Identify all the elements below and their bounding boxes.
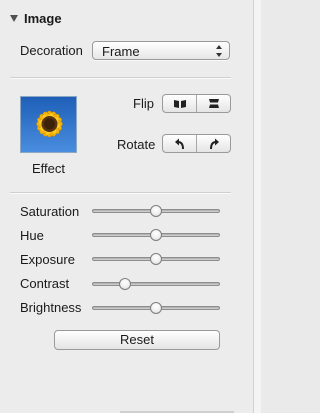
brightness-slider-knob[interactable] [150, 302, 162, 314]
saturation-slider[interactable] [92, 205, 220, 217]
rotate-label: Rotate [117, 137, 156, 152]
popup-arrows-icon [216, 45, 223, 57]
effect-label: Effect [31, 161, 65, 176]
disclosure-triangle-icon[interactable] [10, 15, 18, 22]
reset-button[interactable]: Reset [54, 330, 220, 350]
scrollbar-track[interactable] [253, 0, 261, 413]
flip-vertical-icon [208, 99, 219, 108]
flip-vertical-button[interactable] [196, 95, 230, 112]
flip-horizontal-button[interactable] [163, 95, 196, 112]
rotate-segmented-control[interactable] [162, 134, 231, 153]
saturation-label: Saturation [20, 204, 80, 219]
exposure-slider-knob[interactable] [150, 253, 162, 265]
flip-segmented-control[interactable] [162, 94, 231, 113]
contrast-slider[interactable] [92, 278, 220, 290]
rotate-left-icon [174, 138, 184, 149]
decoration-value: Frame [102, 44, 140, 59]
divider [10, 192, 231, 194]
hue-slider[interactable] [92, 229, 220, 241]
divider [10, 77, 231, 79]
sunflower-image [21, 97, 76, 152]
brightness-slider[interactable] [92, 302, 220, 314]
rotate-right-button[interactable] [196, 135, 230, 152]
hue-label: Hue [20, 228, 44, 243]
rotate-left-button[interactable] [163, 135, 196, 152]
decoration-popup[interactable]: Frame [92, 41, 230, 60]
contrast-slider-knob[interactable] [119, 278, 132, 290]
section-header[interactable]: Image [10, 10, 62, 26]
decoration-label: Decoration [20, 43, 83, 58]
flip-horizontal-icon [173, 99, 186, 108]
section-title: Image [24, 10, 62, 26]
saturation-slider-knob[interactable] [150, 205, 162, 217]
hue-slider-knob[interactable] [150, 229, 162, 241]
contrast-label: Contrast [20, 276, 70, 291]
flip-label: Flip [133, 96, 154, 111]
effect-thumbnail[interactable] [20, 96, 77, 153]
image-inspector-panel: Image Decoration Frame Effect Flip Rotat… [0, 0, 254, 413]
rotate-right-icon [209, 138, 219, 149]
exposure-label: Exposure [20, 252, 75, 267]
exposure-slider[interactable] [92, 253, 220, 265]
brightness-label: Brightness [20, 300, 82, 315]
